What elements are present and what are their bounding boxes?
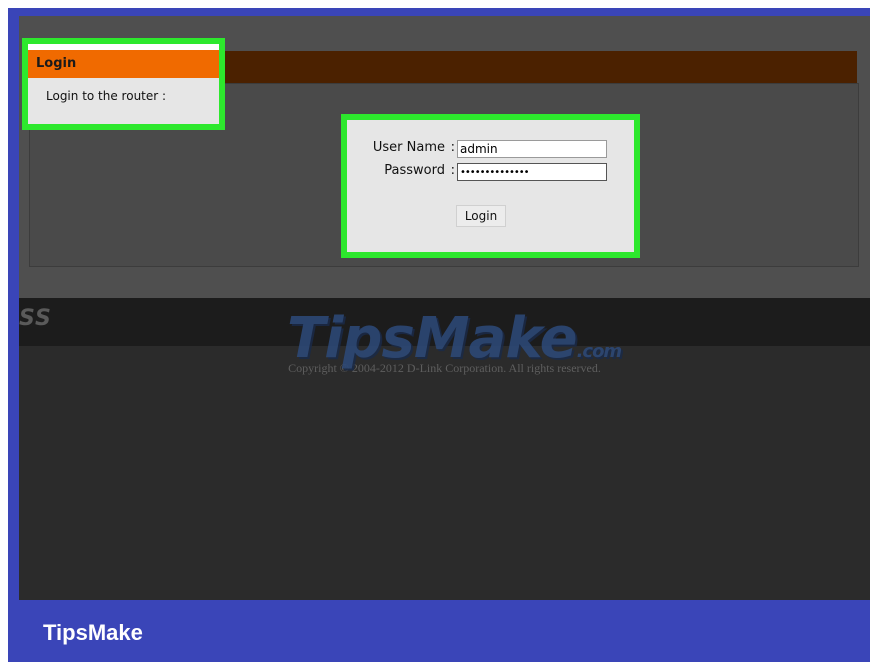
username-input[interactable] <box>457 140 607 158</box>
login-form-highlight: User Name : Password : Login <box>341 114 640 258</box>
username-label: User Name <box>372 140 445 155</box>
login-section-subtitle: Login to the router : <box>46 89 167 103</box>
brand-fragment: SS <box>19 306 52 331</box>
password-input[interactable] <box>457 163 607 181</box>
password-row: Password : <box>347 163 634 183</box>
login-section-title: Login <box>28 50 219 78</box>
login-section-highlight: Login Login to the router : <box>22 38 225 130</box>
tipsmake-watermark: TipsMake.com <box>287 306 623 371</box>
password-separator: : <box>450 163 455 178</box>
login-button[interactable]: Login <box>456 205 506 227</box>
username-row: User Name : <box>347 140 634 160</box>
footer-brand: TipsMake <box>43 620 143 645</box>
watermark-suffix: .com <box>576 341 623 362</box>
password-label: Password <box>384 163 445 178</box>
watermark-text: TipsMake <box>287 306 578 371</box>
username-separator: : <box>450 140 455 155</box>
